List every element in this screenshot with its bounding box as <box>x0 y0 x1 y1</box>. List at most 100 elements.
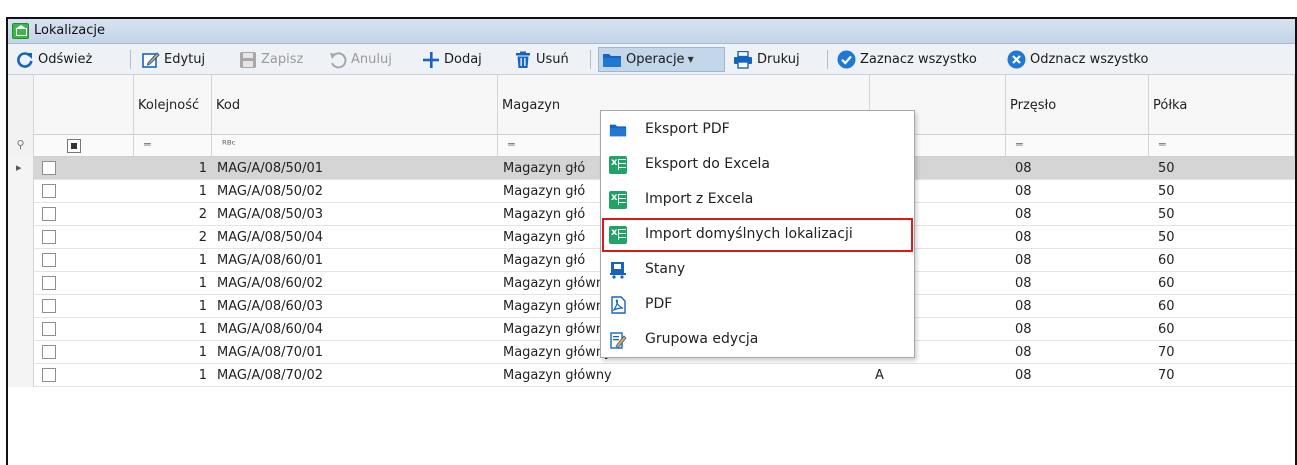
operations-menu: Eksport PDF Eksport do Excela Import z E… <box>600 110 915 358</box>
cell-code: MAG/A/08/60/01 <box>217 253 323 268</box>
cancel-button[interactable]: Anuluj <box>326 47 395 72</box>
toolbar-separator <box>130 50 131 69</box>
row-checkbox-cell <box>34 318 134 341</box>
print-button[interactable]: Drukuj <box>730 47 803 72</box>
select-all-checkbox[interactable] <box>67 139 81 153</box>
edit-icon <box>142 51 160 68</box>
row-checkbox[interactable] <box>42 322 56 336</box>
save-button[interactable]: Zapisz <box>236 47 306 72</box>
menu-item-group-edit[interactable]: Grupowa edycja <box>602 323 913 357</box>
pdf-icon <box>611 296 626 314</box>
add-button[interactable]: Dodaj <box>419 47 485 72</box>
pin-icon: ⚲ <box>8 135 34 157</box>
deselect-all-button[interactable]: Odznacz wszystko <box>1004 47 1151 72</box>
filter-order[interactable]: ═ <box>134 135 212 157</box>
cell-bay: 08 <box>1015 161 1032 176</box>
row-checkbox-cell <box>34 249 134 272</box>
cell-order: 1 <box>198 184 207 199</box>
save-icon <box>240 51 256 68</box>
cell-shelf: 70 <box>1158 345 1175 360</box>
row-checkbox[interactable] <box>42 368 56 382</box>
row-indicator <box>8 295 34 318</box>
row-indicator <box>8 364 34 387</box>
filter-select-all[interactable] <box>34 135 134 157</box>
title-bar: Lokalizacje <box>8 19 1295 44</box>
cell-shelf: 60 <box>1158 322 1175 337</box>
column-header-bay[interactable]: Przęsło <box>1006 75 1149 135</box>
row-checkbox-cell <box>34 295 134 318</box>
cell-bay: 08 <box>1015 184 1032 199</box>
row-checkbox[interactable] <box>42 207 56 221</box>
cell-code: MAG/A/08/60/03 <box>217 299 323 314</box>
cell-shelf: 70 <box>1158 368 1175 383</box>
row-checkbox[interactable] <box>42 230 56 244</box>
cell-code: MAG/A/08/70/01 <box>217 345 323 360</box>
cell-shelf: 50 <box>1158 161 1175 176</box>
cell-code: MAG/A/08/60/02 <box>217 276 323 291</box>
cell-order: 1 <box>198 322 207 337</box>
row-checkbox[interactable] <box>42 253 56 267</box>
cell-shelf: 50 <box>1158 230 1175 245</box>
cell-order: 1 <box>198 161 207 176</box>
cell-order: 2 <box>198 207 207 222</box>
folder-icon <box>603 53 621 67</box>
menu-item-export-excel[interactable]: Eksport do Excela <box>602 148 913 182</box>
chevron-down-icon: ▼ <box>687 55 694 64</box>
column-header-shelf[interactable]: Półka <box>1149 75 1295 135</box>
row-checkbox-cell <box>34 203 134 226</box>
toolbar: Odśwież Edytuj Zapisz Anuluj Dodaj Usuń … <box>8 44 1295 75</box>
filter-code[interactable]: ᴿᴮᶜ <box>212 135 498 157</box>
cell-bay: 08 <box>1015 276 1032 291</box>
cell-code: MAG/A/08/50/02 <box>217 184 323 199</box>
menu-item-export-pdf[interactable]: Eksport PDF <box>602 113 913 147</box>
menu-item-pdf[interactable]: PDF <box>602 288 913 322</box>
row-indicator <box>8 226 34 249</box>
row-indicator <box>8 249 34 272</box>
column-header-code[interactable]: Kod <box>212 75 498 135</box>
check-circle-icon <box>837 50 856 69</box>
refresh-button[interactable]: Odśwież <box>13 47 95 72</box>
menu-item-import-default-locations[interactable]: Import domyślnych lokalizacji <box>602 218 913 252</box>
filter-bay[interactable]: ═ <box>1006 135 1149 157</box>
cell-shelf: 50 <box>1158 207 1175 222</box>
menu-item-import-excel[interactable]: Import z Excela <box>602 183 913 217</box>
cell-order: 1 <box>198 299 207 314</box>
cell-code: MAG/A/08/50/01 <box>217 161 323 176</box>
cell-order: 1 <box>198 253 207 268</box>
warehouse-icon <box>12 23 29 39</box>
delete-button[interactable]: Usuń <box>511 47 572 72</box>
row-checkbox[interactable] <box>42 299 56 313</box>
cell-bay: 08 <box>1015 253 1032 268</box>
column-header-checkbox[interactable] <box>34 75 134 135</box>
edit-list-icon <box>610 332 627 349</box>
row-checkbox[interactable] <box>42 345 56 359</box>
table-row[interactable]: 1 MAG/A/08/70/02 Magazyn główny A 08 70 <box>8 364 1295 387</box>
toolbar-separator <box>590 50 591 69</box>
row-checkbox[interactable] <box>42 161 56 175</box>
column-header-order[interactable]: Kolejność <box>134 75 212 135</box>
row-checkbox[interactable] <box>42 184 56 198</box>
cell-code: MAG/A/08/60/04 <box>217 322 323 337</box>
menu-item-stock[interactable]: Stany <box>602 253 913 287</box>
main-window: Lokalizacje Odśwież Edytuj Zapisz Anuluj… <box>6 17 1297 465</box>
cell-code: MAG/A/08/70/02 <box>217 368 323 383</box>
edit-button[interactable]: Edytuj <box>139 47 208 72</box>
row-checkbox[interactable] <box>42 276 56 290</box>
row-indicator <box>8 272 34 295</box>
folder-icon <box>609 124 627 137</box>
cell-bay: 08 <box>1015 230 1032 245</box>
select-all-button[interactable]: Zaznacz wszystko <box>834 47 980 72</box>
cell-rack: A <box>875 368 884 383</box>
excel-icon <box>609 191 627 209</box>
cell-bay: 08 <box>1015 345 1032 360</box>
row-checkbox-cell <box>34 180 134 203</box>
row-indicator <box>8 341 34 364</box>
row-indicator-header <box>8 75 34 135</box>
refresh-icon <box>17 51 33 68</box>
operations-dropdown-button[interactable]: Operacje ▼ <box>598 47 725 72</box>
row-indicator <box>8 180 34 203</box>
filter-shelf[interactable]: ═ <box>1149 135 1295 157</box>
toolbar-separator <box>827 50 828 69</box>
cell-code: MAG/A/08/50/03 <box>217 207 323 222</box>
cart-icon <box>610 262 626 279</box>
